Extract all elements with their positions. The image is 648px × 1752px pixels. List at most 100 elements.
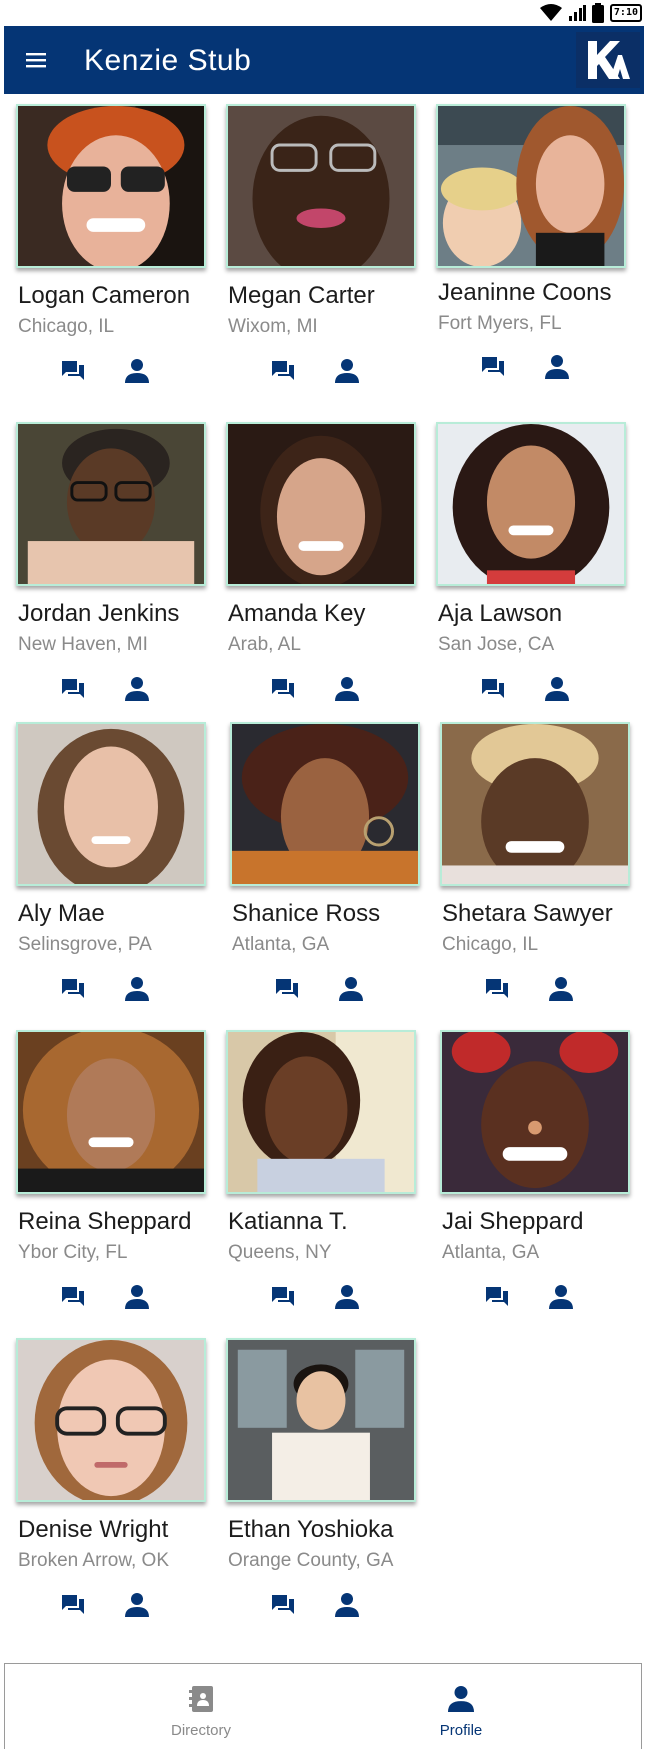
photo-image xyxy=(18,1340,204,1500)
chat-icon xyxy=(272,1287,294,1306)
person-actions xyxy=(270,1592,360,1618)
message-button[interactable] xyxy=(60,1592,86,1618)
profile-button[interactable] xyxy=(334,1284,360,1310)
person-card[interactable]: Jai Sheppard Atlanta, GA xyxy=(440,1030,640,1330)
person-location: Selinsgrove, PA xyxy=(18,934,152,955)
profile-button[interactable] xyxy=(548,976,574,1002)
person-location: San Jose, CA xyxy=(438,634,555,655)
person-actions xyxy=(484,1284,574,1310)
person-icon xyxy=(125,359,149,383)
profile-button[interactable] xyxy=(548,1284,574,1310)
person-card[interactable]: Shetara Sawyer Chicago, IL xyxy=(440,722,640,1022)
profile-button[interactable] xyxy=(334,1592,360,1618)
profile-button[interactable] xyxy=(124,1284,150,1310)
person-card[interactable]: Aly Mae Selinsgrove, PA xyxy=(16,722,216,1022)
person-icon xyxy=(339,977,363,1001)
person-photo[interactable] xyxy=(16,104,206,268)
person-actions xyxy=(60,676,150,702)
person-card[interactable]: Aja Lawson San Jose, CA xyxy=(436,422,636,722)
status-icons: 7:10 xyxy=(539,3,642,23)
chat-icon xyxy=(276,979,298,998)
chat-icon xyxy=(62,1287,84,1306)
person-actions xyxy=(270,1284,360,1310)
person-photo[interactable] xyxy=(436,104,626,268)
person-actions xyxy=(480,354,570,380)
photo-image xyxy=(228,1032,414,1192)
message-button[interactable] xyxy=(60,358,86,384)
person-name: Jai Sheppard xyxy=(442,1208,584,1235)
person-photo[interactable] xyxy=(226,104,416,268)
person-photo[interactable] xyxy=(16,722,206,886)
profile-button[interactable] xyxy=(334,358,360,384)
message-button[interactable] xyxy=(484,976,510,1002)
profile-button[interactable] xyxy=(124,976,150,1002)
contacts-book-icon xyxy=(189,1686,213,1712)
message-button[interactable] xyxy=(270,1592,296,1618)
person-card[interactable]: Logan Cameron Chicago, IL xyxy=(16,104,216,404)
person-location: Queens, NY xyxy=(228,1242,332,1263)
person-photo[interactable] xyxy=(230,722,420,886)
person-icon xyxy=(125,1593,149,1617)
person-card[interactable]: Shanice Ross Atlanta, GA xyxy=(230,722,430,1022)
person-actions xyxy=(60,1592,150,1618)
signal-icon xyxy=(568,5,586,21)
bottom-navigation: Directory Profile xyxy=(4,1663,642,1749)
person-photo[interactable] xyxy=(16,422,206,586)
person-name: Shanice Ross xyxy=(232,900,381,927)
person-photo[interactable] xyxy=(226,1338,416,1502)
message-button[interactable] xyxy=(270,358,296,384)
person-photo[interactable] xyxy=(436,422,626,586)
person-card[interactable]: Ethan Yoshioka Orange County, GA xyxy=(226,1338,426,1638)
person-card[interactable]: Reina Sheppard Ybor City, FL xyxy=(16,1030,216,1330)
person-photo[interactable] xyxy=(16,1030,206,1194)
profile-button[interactable] xyxy=(124,1592,150,1618)
message-button[interactable] xyxy=(60,976,86,1002)
profile-button[interactable] xyxy=(334,676,360,702)
photo-image xyxy=(18,106,204,266)
hamburger-menu-icon xyxy=(26,53,46,68)
photo-image xyxy=(228,106,414,266)
person-icon xyxy=(125,977,149,1001)
profile-button[interactable] xyxy=(124,676,150,702)
chat-icon xyxy=(272,361,294,380)
person-card[interactable]: Amanda Key Arab, AL xyxy=(226,422,426,722)
person-actions xyxy=(480,676,570,702)
message-button[interactable] xyxy=(484,1284,510,1310)
status-bar: 7:10 xyxy=(0,0,648,26)
message-button[interactable] xyxy=(274,976,300,1002)
person-name: Ethan Yoshioka xyxy=(228,1516,394,1543)
person-icon xyxy=(125,1285,149,1309)
ka-logo-icon xyxy=(588,41,630,79)
menu-button[interactable] xyxy=(22,46,50,74)
person-photo[interactable] xyxy=(440,722,630,886)
message-button[interactable] xyxy=(60,676,86,702)
person-name: Logan Cameron xyxy=(18,282,191,309)
person-name: Jordan Jenkins xyxy=(18,600,180,627)
person-name: Shetara Sawyer xyxy=(442,900,613,927)
photo-image xyxy=(18,424,204,584)
person-card[interactable]: Jeaninne Coons Fort Myers, FL xyxy=(436,104,636,404)
person-photo[interactable] xyxy=(440,1030,630,1194)
person-card[interactable]: Megan Carter Wixom, MI xyxy=(226,104,426,404)
message-button[interactable] xyxy=(480,676,506,702)
profile-button[interactable] xyxy=(338,976,364,1002)
person-photo[interactable] xyxy=(226,422,416,586)
nav-profile[interactable]: Profile xyxy=(361,1664,561,1750)
person-actions xyxy=(270,358,360,384)
person-photo[interactable] xyxy=(16,1338,206,1502)
person-card[interactable]: Katianna T. Queens, NY xyxy=(226,1030,426,1330)
profile-button[interactable] xyxy=(544,354,570,380)
person-photo[interactable] xyxy=(226,1030,416,1194)
person-card[interactable]: Denise Wright Broken Arrow, OK xyxy=(16,1338,216,1638)
profile-button[interactable] xyxy=(544,676,570,702)
profile-button[interactable] xyxy=(124,358,150,384)
person-card[interactable]: Jordan Jenkins New Haven, MI xyxy=(16,422,216,722)
person-location: New Haven, MI xyxy=(18,634,148,655)
message-button[interactable] xyxy=(270,676,296,702)
nav-directory[interactable]: Directory xyxy=(101,1664,301,1750)
chat-icon xyxy=(62,979,84,998)
message-button[interactable] xyxy=(480,354,506,380)
message-button[interactable] xyxy=(270,1284,296,1310)
message-button[interactable] xyxy=(60,1284,86,1310)
app-bar: Kenzie Stub xyxy=(4,26,644,94)
